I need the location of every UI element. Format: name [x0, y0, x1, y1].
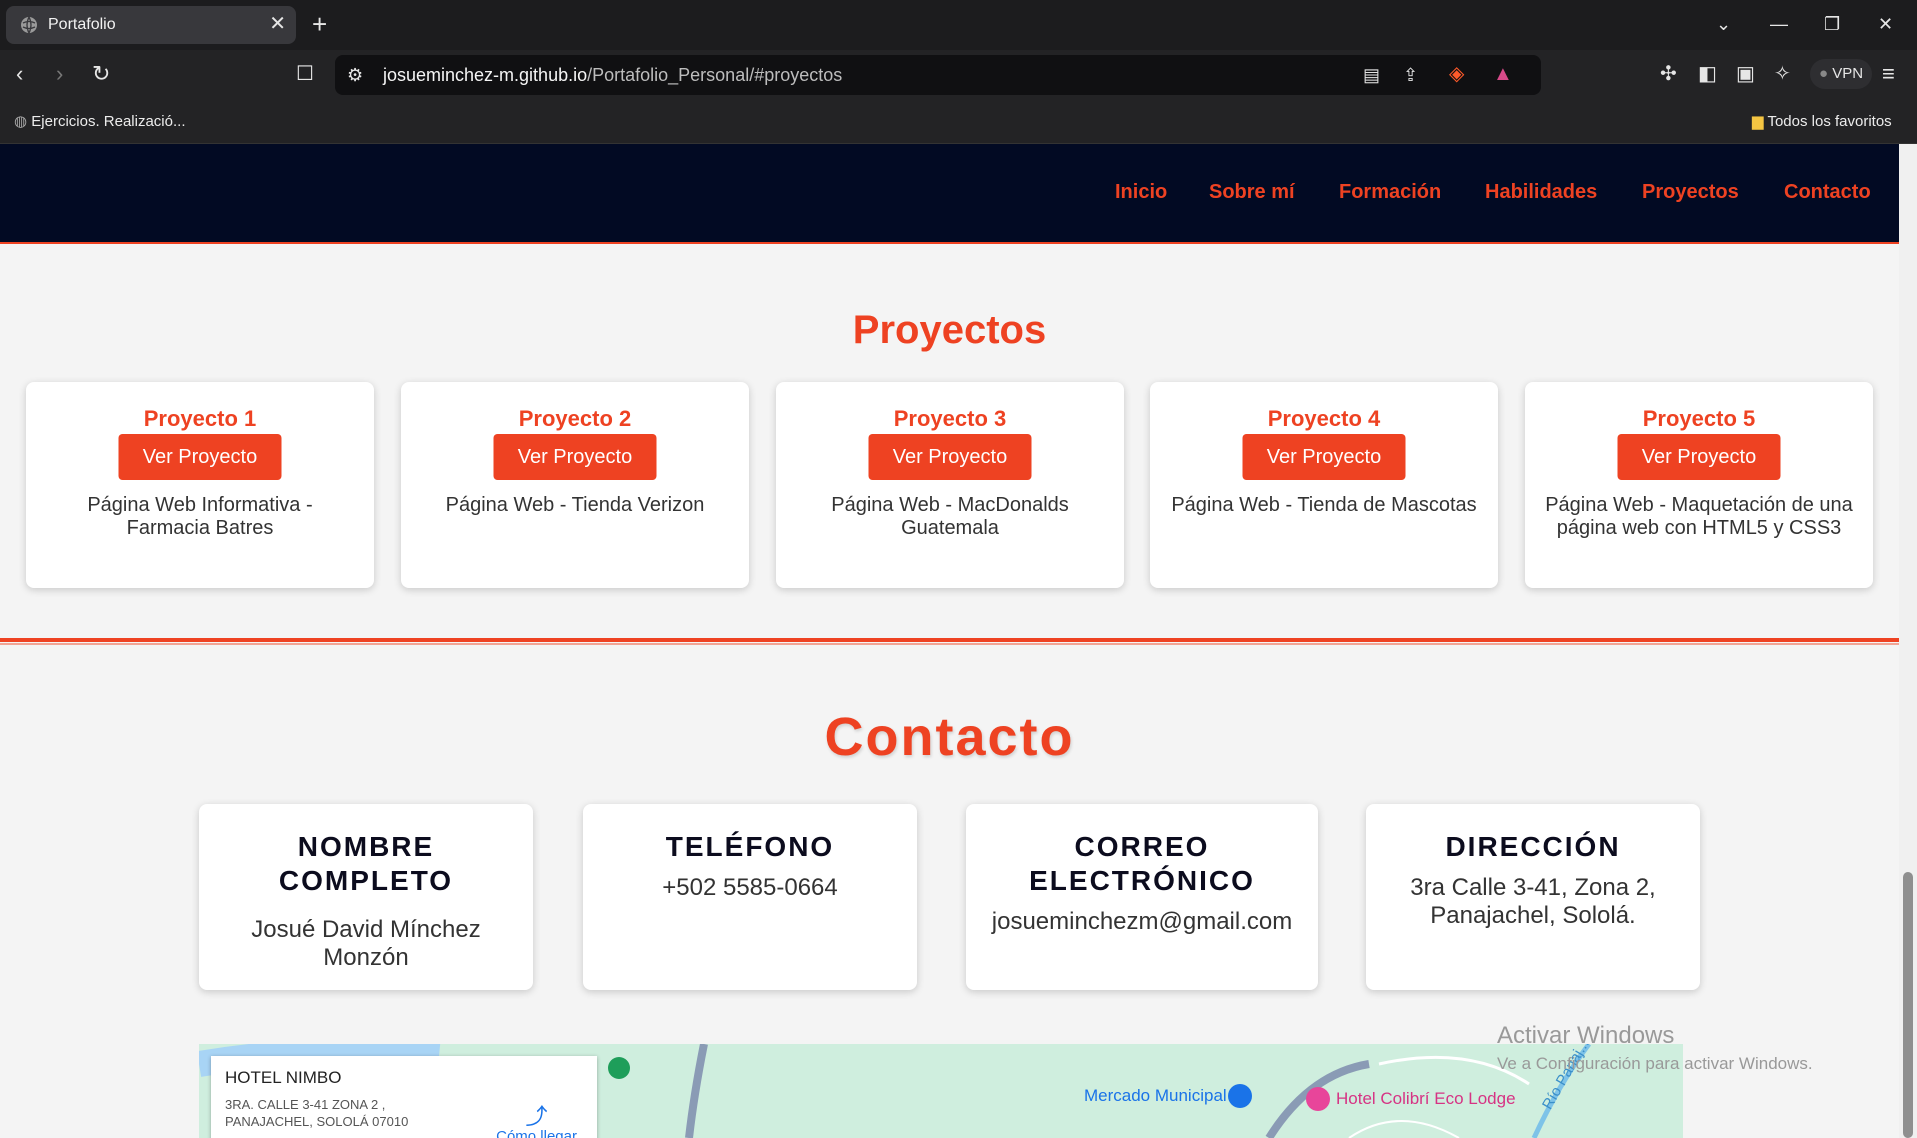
bookmark-item[interactable]: ◍ Ejercicios. Realizació... — [14, 112, 185, 130]
brave-shields-icon[interactable]: ◈ — [1449, 62, 1464, 86]
project-card: Proyecto 4 Ver Proyecto Página Web - Tie… — [1150, 382, 1498, 588]
brave-rewards-icon[interactable]: ▲ — [1493, 62, 1513, 86]
project-description: Página Web - MacDonalds Guatemala — [831, 494, 1069, 539]
vpn-button[interactable]: ● VPN — [1810, 59, 1872, 89]
project-description: Página Web Informativa - Farmacia Batres — [87, 494, 313, 539]
contact-card-phone: TELÉFONO +502 5585-0664 — [583, 804, 917, 990]
bookmarks-bar: ◍ Ejercicios. Realizació... ▆ Todos los … — [0, 100, 1917, 144]
embedded-map[interactable]: HOTEL NIMBO 3RA. CALLE 3-41 ZONA 2 , PAN… — [199, 1044, 1683, 1138]
close-tab-icon[interactable]: ✕ — [269, 13, 286, 35]
share-icon[interactable]: ⇪ — [1403, 63, 1418, 87]
leo-ai-icon[interactable]: ✧ — [1774, 62, 1791, 86]
contact-title: Contacto — [824, 707, 1075, 767]
nav-habilidades[interactable]: Habilidades — [1485, 181, 1597, 204]
folder-icon: ▆ — [1752, 113, 1764, 130]
scrollbar-thumb[interactable] — [1903, 872, 1913, 1138]
project-description: Página Web - Maquetación de una página w… — [1545, 494, 1853, 539]
new-tab-icon[interactable]: + — [312, 10, 327, 38]
browser-tab[interactable]: Portafolio ✕ — [6, 6, 296, 44]
map-label-market: Mercado Municipal — [1084, 1086, 1227, 1105]
browser-toolbar: ‹ › ↻ ☐ ⚙ josueminchez-m.github.io/Porta… — [0, 50, 1917, 100]
map-place-title: HOTEL NIMBO — [225, 1068, 342, 1087]
nav-proyectos[interactable]: Proyectos — [1642, 181, 1739, 204]
contact-value: 3ra Calle 3-41, Zona 2, Panajachel, Solo… — [1410, 874, 1656, 929]
project-title: Proyecto 1 — [143, 406, 257, 431]
view-project-button[interactable]: Ver Proyecto — [1242, 434, 1406, 480]
project-description: Página Web - Tienda Verizon — [445, 494, 705, 516]
minimize-icon[interactable]: — — [1770, 12, 1788, 36]
contact-value[interactable]: josueminchezm@gmail.com — [966, 908, 1318, 936]
nav-formacion[interactable]: Formación — [1339, 181, 1441, 204]
contact-heading: TELÉFONO — [665, 831, 835, 862]
contact-card-email: CORREO ELECTRÓNICO josueminchezm@gmail.c… — [966, 804, 1318, 990]
url-text: josueminchez-m.github.io/Portafolio_Pers… — [383, 65, 843, 85]
address-bar[interactable]: ⚙ josueminchez-m.github.io/Portafolio_Pe… — [335, 55, 1541, 95]
project-title: Proyecto 2 — [518, 406, 632, 431]
project-title: Proyecto 5 — [1642, 406, 1756, 431]
nav-contacto[interactable]: Contacto — [1784, 181, 1871, 204]
reload-icon[interactable]: ↻ — [92, 62, 110, 86]
browser-tab-strip: Portafolio ✕ + ⌄ — ❐ ✕ — [0, 0, 1917, 50]
contact-heading: DIRECCIÓN — [1445, 831, 1621, 862]
project-title: Proyecto 4 — [1267, 406, 1381, 431]
wallet-icon[interactable]: ▣ — [1736, 62, 1755, 86]
page-viewport: Inicio Sobre mí Formación Habilidades Pr… — [0, 144, 1899, 1138]
contact-card-address: DIRECCIÓN 3ra Calle 3-41, Zona 2, Panaja… — [1366, 804, 1700, 990]
view-project-button[interactable]: Ver Proyecto — [118, 434, 282, 480]
globe-icon — [21, 16, 37, 34]
projects-title: Proyectos — [852, 308, 1047, 352]
section-divider-line — [0, 643, 1899, 645]
map-place-card: HOTEL NIMBO 3RA. CALLE 3-41 ZONA 2 , PAN… — [211, 1056, 597, 1138]
contact-heading: NOMBRE COMPLETO — [278, 831, 454, 896]
restore-icon[interactable]: ❐ — [1824, 12, 1840, 36]
map-place-address: 3RA. CALLE 3-41 ZONA 2 , PANAJACHEL, SOL… — [225, 1097, 409, 1129]
page-scrollbar[interactable] — [1899, 144, 1917, 1138]
view-project-button[interactable]: Ver Proyecto — [493, 434, 657, 480]
tab-list-chevron-icon[interactable]: ⌄ — [1716, 12, 1731, 36]
globe-icon: ◍ — [14, 113, 28, 130]
site-navbar: Inicio Sobre mí Formación Habilidades Pr… — [0, 144, 1899, 244]
project-description: Página Web - Tienda de Mascotas — [1171, 494, 1477, 516]
view-project-button[interactable]: Ver Proyecto — [868, 434, 1032, 480]
reader-mode-icon[interactable]: ▤ — [1363, 63, 1380, 87]
extensions-icon[interactable]: ✣ — [1660, 62, 1677, 86]
windows-activation-watermark: Activar Windows Ve a Configuración para … — [1497, 1022, 1813, 1073]
site-settings-icon[interactable]: ⚙ — [347, 63, 363, 87]
nav-inicio[interactable]: Inicio — [1115, 181, 1167, 204]
map-label-hotel: Hotel Colibrí Eco Lodge — [1336, 1089, 1516, 1108]
project-card: Proyecto 2 Ver Proyecto Página Web - Tie… — [401, 382, 749, 588]
tab-title: Portafolio — [48, 16, 116, 33]
contact-value: +502 5585-0664 — [662, 874, 838, 901]
view-project-button[interactable]: Ver Proyecto — [1617, 434, 1781, 480]
directions-icon: ⤴ — [525, 1104, 548, 1129]
nav-sobre-mi[interactable]: Sobre mí — [1209, 181, 1295, 204]
forward-icon[interactable]: › — [56, 62, 63, 86]
project-card: Proyecto 1 Ver Proyecto Página Web Infor… — [26, 382, 374, 588]
contact-card-name: NOMBRE COMPLETO Josué David Mínchez Monz… — [199, 804, 533, 990]
bookmark-icon[interactable]: ☐ — [296, 62, 314, 86]
project-card: Proyecto 5 Ver Proyecto Página Web - Maq… — [1525, 382, 1873, 588]
project-card: Proyecto 3 Ver Proyecto Página Web - Mac… — [776, 382, 1124, 588]
project-title: Proyecto 3 — [893, 406, 1007, 431]
section-divider — [0, 638, 1899, 642]
back-icon[interactable]: ‹ — [16, 62, 23, 86]
contact-heading: CORREO ELECTRÓNICO — [1029, 831, 1255, 896]
menu-icon[interactable]: ≡ — [1882, 62, 1895, 86]
contact-value: Josué David Mínchez Monzón — [251, 916, 481, 971]
directions-link[interactable]: ⤴ Cómo llegar — [496, 1106, 577, 1138]
sidebar-icon[interactable]: ◧ — [1698, 62, 1717, 86]
close-window-icon[interactable]: ✕ — [1878, 12, 1893, 36]
all-bookmarks-item[interactable]: ▆ Todos los favoritos — [1752, 112, 1892, 130]
